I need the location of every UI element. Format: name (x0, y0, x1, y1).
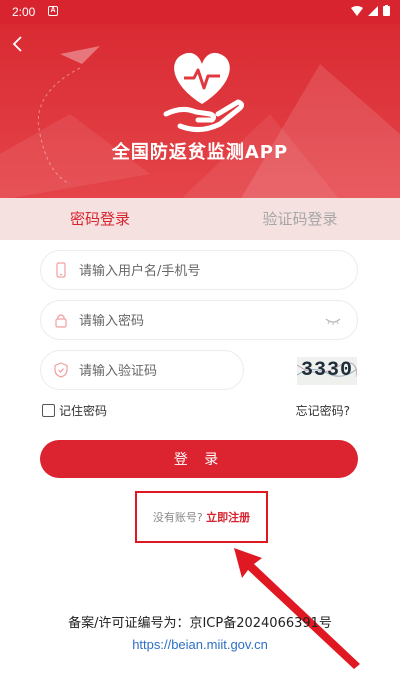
lock-icon (55, 314, 67, 328)
heart-hand-logo-icon (163, 52, 244, 132)
battery-icon (383, 5, 390, 16)
captcha-image[interactable]: 3330 (297, 357, 357, 385)
app-title: 全国防返贫监测APP (111, 142, 289, 163)
captcha-text: 3330 (301, 359, 354, 382)
password-field (40, 300, 358, 340)
phone-icon (56, 262, 66, 278)
password-input[interactable] (79, 310, 319, 332)
remember-label: 记住密码 (59, 404, 108, 418)
forgot-password-link[interactable]: 忘记密码? (296, 402, 350, 419)
register-highlight-box: 没有账号? 立即注册 (135, 491, 268, 543)
status-icons (351, 5, 390, 16)
status-bar: 2:00 A (0, 0, 400, 24)
tab-password-login[interactable]: 密码登录 (0, 208, 200, 229)
eye-closed-icon[interactable] (325, 315, 341, 327)
captcha-field (40, 350, 244, 390)
notification-icon: A (48, 6, 58, 16)
header-banner: 全国防返贫监测APP (0, 24, 400, 200)
shield-icon (54, 362, 68, 378)
icp-record: 备案/许可证编号为：京ICP备2024066391号 (68, 616, 332, 631)
signal-icon (368, 5, 378, 16)
back-icon[interactable] (8, 34, 28, 54)
login-button[interactable]: 登 录 (40, 440, 358, 478)
register-row: 没有账号? 立即注册 (137, 509, 266, 525)
wifi-icon (351, 5, 363, 16)
login-tabs: 密码登录 验证码登录 (0, 198, 400, 240)
captcha-input[interactable] (79, 360, 229, 382)
beian-link[interactable]: https://beian.miit.gov.cn (0, 637, 400, 652)
username-input[interactable] (79, 260, 319, 282)
tab-sms-login[interactable]: 验证码登录 (200, 208, 400, 229)
remember-checkbox[interactable] (42, 404, 55, 417)
remember-password[interactable]: 记住密码 (42, 402, 107, 419)
status-time: 2:00 (12, 5, 36, 19)
register-link[interactable]: 立即注册 (206, 511, 250, 524)
no-account-text: 没有账号? (152, 511, 203, 524)
username-field (40, 250, 358, 290)
